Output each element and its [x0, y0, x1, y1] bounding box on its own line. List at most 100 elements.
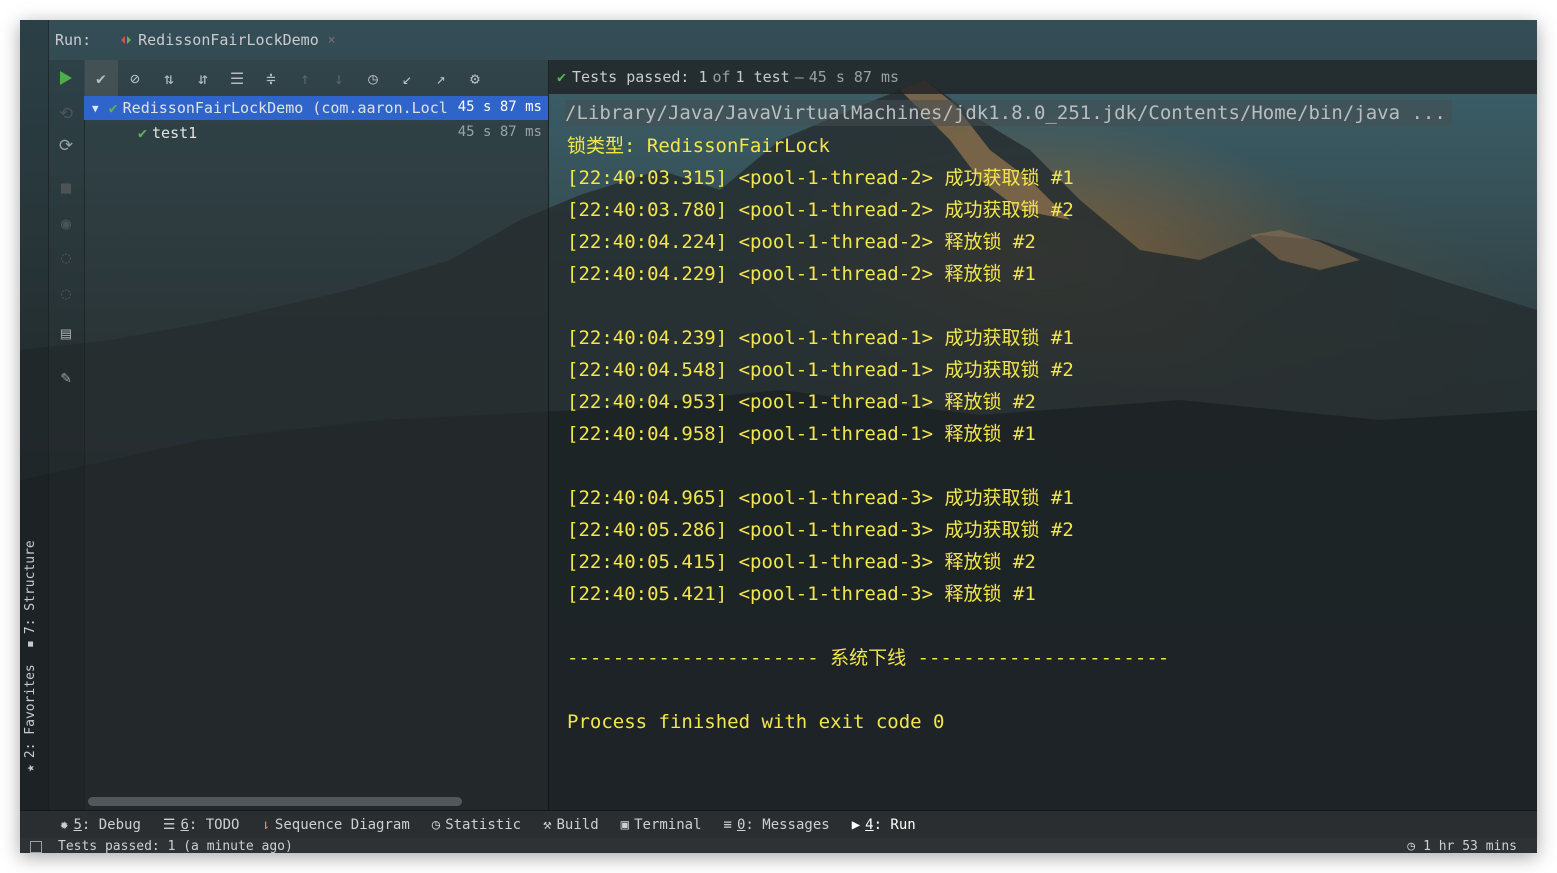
status-right: ◷ 1 hr 53 mins	[1407, 839, 1517, 853]
todo-tab-label: : TODO	[188, 817, 240, 833]
collapse-all-icon[interactable]: ≑	[254, 60, 288, 96]
console-line: [22:40:05.415] <pool-1-thread-3> 释放锁 #2	[567, 551, 1036, 573]
bug-icon: ✹	[60, 817, 69, 833]
next-failed-icon[interactable]: ↓	[322, 60, 356, 96]
java-command-line[interactable]: /Library/Java/JavaVirtualMachines/jdk1.8…	[565, 100, 1452, 126]
test-status-bar: ✔ Tests passed: 1 of 1 test – 45 s 87 ms	[549, 60, 1537, 94]
terminal-icon: ▣	[620, 817, 630, 833]
build-tab[interactable]: ⚒ Build	[543, 817, 599, 833]
statistic-icon: ◷	[431, 817, 441, 833]
gear-icon[interactable]: ⚙	[458, 60, 492, 96]
clock-icon: ◷	[1407, 839, 1416, 853]
messages-tab-label: : Messages	[745, 817, 830, 833]
tree-root-time: 45 s 87 ms	[455, 99, 542, 115]
console-line: [22:40:04.958] <pool-1-thread-1> 释放锁 #1	[567, 423, 1036, 445]
dump-threads-icon[interactable]: ◉	[56, 214, 76, 234]
run-header: Run: RedissonFairLockDemo ×	[48, 20, 1537, 60]
sequence-diagram-tab[interactable]: ⇂ Sequence Diagram	[261, 817, 409, 833]
structure-tab[interactable]: ▪ 7: Structure	[23, 540, 38, 648]
terminal-tab[interactable]: ▣ Terminal	[621, 817, 702, 833]
todo-tab-number: 6	[180, 817, 189, 833]
console-line: Process finished with exit code 0	[567, 711, 945, 733]
tests-passed-prefix: Tests passed:	[572, 68, 690, 86]
console-line: ---------------------- 系统下线 ------------…	[567, 647, 1170, 669]
console-line: [22:40:03.780] <pool-1-thread-2> 成功获取锁 #…	[567, 199, 1074, 221]
expand-arrow-icon[interactable]: ▼	[92, 102, 99, 115]
todo-tab[interactable]: ☰ 6: TODO	[163, 817, 240, 833]
terminal-tab-label: Terminal	[634, 817, 702, 833]
sequence-diagram-tab-label: Sequence Diagram	[274, 817, 410, 833]
horizontal-scrollbar[interactable]	[88, 797, 462, 806]
run-tab-label: : Run	[873, 817, 916, 833]
run-label: Run:	[55, 31, 92, 49]
run-icon: ▶	[851, 817, 861, 833]
rerun-failed-icon[interactable]: ⟲	[56, 104, 76, 124]
export-tests-icon[interactable]: ↗	[424, 60, 458, 96]
close-tab-icon[interactable]: ×	[328, 33, 336, 48]
messages-tab[interactable]: ≡ 0: Messages	[724, 817, 830, 833]
favorites-tab[interactable]: ★ 2: Favorites	[23, 664, 38, 772]
debug-tab[interactable]: ✹ 5: Debug	[60, 817, 141, 833]
console-line: 锁类型: RedissonFairLock	[567, 135, 830, 157]
tree-root-label: RedissonFairLockDemo (com.aaron.Locl	[122, 99, 448, 117]
console-line: [22:40:04.548] <pool-1-thread-1> 成功获取锁 #…	[567, 359, 1074, 381]
console-line: [22:40:04.224] <pool-1-thread-2> 释放锁 #2	[567, 231, 1036, 253]
tree-child-label: test1	[152, 124, 198, 142]
list-icon: ☰	[162, 817, 176, 833]
run-actions-column: ⟲ ⟳ ■ ◉ ◌ ◌ ▤ ✎	[48, 60, 85, 810]
toggle-tool-windows-icon[interactable]	[30, 841, 42, 853]
pin-icon[interactable]: ✎	[56, 368, 76, 388]
ide-run-window: ▪ 7: Structure ★ 2: Favorites Run: Redis…	[20, 20, 1537, 853]
debug-tab-number: 5	[73, 817, 82, 833]
statistic-tab-label: Statistic	[445, 817, 522, 833]
show-ignored-icon[interactable]: ⊘	[118, 60, 152, 96]
console-line: [22:40:05.286] <pool-1-thread-3> 成功获取锁 #…	[567, 519, 1074, 541]
show-passed-icon[interactable]: ✔	[84, 60, 118, 96]
console-line: [22:40:04.965] <pool-1-thread-3> 成功获取锁 #…	[567, 487, 1074, 509]
structure-icon: ▪	[23, 640, 38, 648]
run-config-title: RedissonFairLockDemo	[138, 31, 319, 49]
console-line: [22:40:04.953] <pool-1-thread-1> 释放锁 #2	[567, 391, 1036, 413]
tests-total: 1 test	[735, 68, 790, 86]
sequence-icon: ⇂	[261, 817, 270, 833]
structure-tab-label: 7: Structure	[23, 540, 38, 635]
console-line: [22:40:03.315] <pool-1-thread-2> 成功获取锁 #…	[567, 167, 1074, 189]
debug-tab-label: : Debug	[81, 817, 141, 833]
status-time: 1 hr 53 mins	[1423, 839, 1517, 853]
star-icon: ★	[23, 764, 38, 772]
bottom-tool-tabs: ✹ 5: Debug ☰ 6: TODO ⇂ Sequence Diagram …	[20, 810, 1537, 839]
import-tests-icon[interactable]: ↙	[390, 60, 424, 96]
tests-of-label: of	[712, 68, 731, 86]
tree-child-row[interactable]: ✔ test1 45 s 87 ms	[84, 121, 548, 145]
layout-icon[interactable]: ▤	[56, 324, 76, 344]
rerun-icon[interactable]	[56, 68, 76, 88]
previous-failed-icon[interactable]: ↑	[288, 60, 322, 96]
run-config-tab[interactable]: RedissonFairLockDemo ×	[119, 31, 336, 49]
test-history-icon[interactable]: ◷	[356, 60, 390, 96]
status-bar: Tests passed: 1 (a minute ago) ◷ 1 hr 53…	[20, 838, 1537, 853]
restore-layout-icon[interactable]: ◌	[56, 248, 76, 268]
messages-icon: ≡	[723, 817, 732, 833]
test-toolbar: ✔ ⊘ ⇅ ⇵ ☰ ≑ ↑ ↓ ◷ ↙ ↗ ⚙	[84, 60, 548, 96]
left-tool-strip: ▪ 7: Structure ★ 2: Favorites	[20, 20, 49, 810]
console-panel: ✔ Tests passed: 1 of 1 test – 45 s 87 ms…	[549, 60, 1537, 810]
favorites-tab-label: 2: Favorites	[23, 664, 38, 759]
passed-check-icon: ✔	[138, 124, 148, 142]
sort-alpha-icon[interactable]: ⇅	[152, 60, 186, 96]
run-tab[interactable]: ▶ 4: Run	[852, 817, 916, 833]
settings-disabled-icon[interactable]: ◌	[56, 284, 76, 304]
console-line: [22:40:05.421] <pool-1-thread-3> 释放锁 #1	[567, 583, 1036, 605]
stop-icon[interactable]: ■	[56, 178, 76, 198]
passed-check-icon: ✔	[557, 68, 567, 86]
tree-root-row[interactable]: ▼ ✔ RedissonFairLockDemo (com.aaron.Locl…	[84, 96, 548, 120]
hammer-icon: ⚒	[543, 817, 552, 833]
sort-duration-icon[interactable]: ⇵	[186, 60, 220, 96]
statistic-tab[interactable]: ◷ Statistic	[432, 817, 521, 833]
tests-duration: 45 s 87 ms	[808, 68, 900, 86]
expand-all-icon[interactable]: ☰	[220, 60, 254, 96]
tree-child-time: 45 s 87 ms	[457, 124, 542, 140]
status-text: Tests passed: 1 (a minute ago)	[58, 839, 293, 853]
tests-passed-count: 1	[698, 68, 708, 86]
toggle-auto-test-icon[interactable]: ⟳	[56, 136, 76, 156]
passed-check-icon: ✔	[108, 99, 118, 117]
